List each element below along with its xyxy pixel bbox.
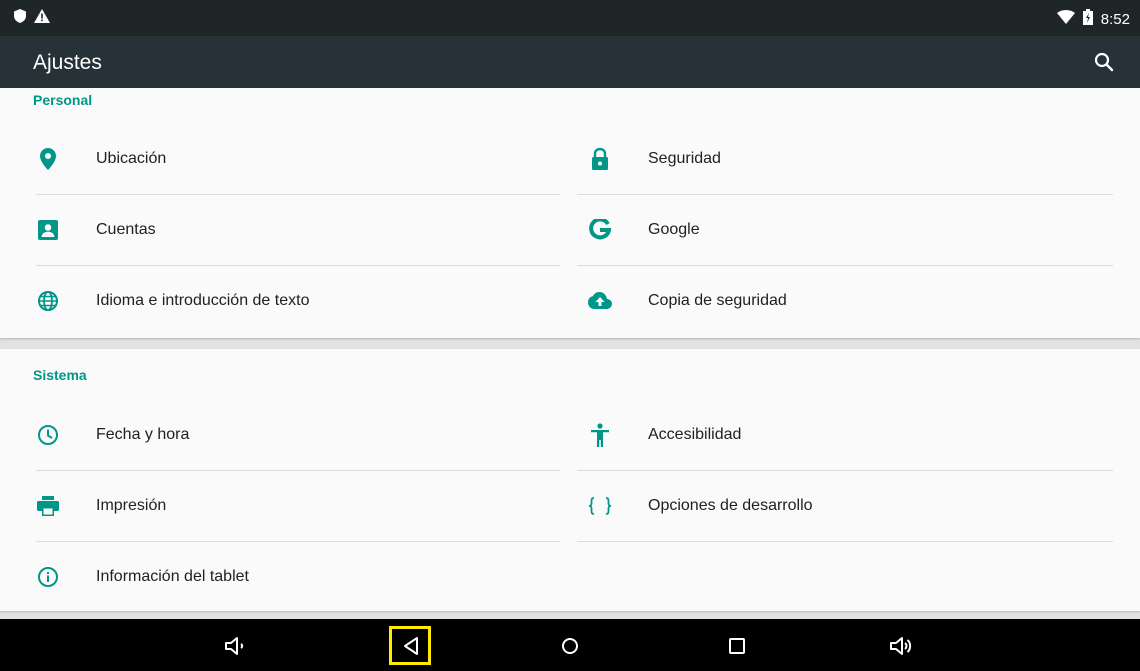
settings-item-label: Seguridad [648, 150, 721, 167]
settings-item-label: Impresión [96, 497, 167, 514]
clock-icon [36, 423, 60, 447]
settings-item-label: Fecha y hora [96, 426, 190, 443]
settings-item-copia-seguridad[interactable]: Copia de seguridad [588, 266, 1113, 336]
search-icon[interactable] [1092, 50, 1116, 74]
google-icon [588, 218, 612, 242]
settings-item-label: Copia de seguridad [648, 292, 787, 309]
settings-item-label: Información del tablet [96, 568, 249, 585]
warning-icon [34, 9, 50, 28]
volume-down-icon[interactable] [218, 629, 252, 663]
printer-icon [36, 494, 60, 518]
settings-item-impresion[interactable]: Impresión [36, 471, 560, 541]
settings-item-informacion-tablet[interactable]: Información del tablet [36, 542, 560, 612]
settings-item-label: Idioma e introducción de texto [96, 292, 310, 309]
info-icon [36, 565, 60, 589]
divider [577, 541, 1113, 542]
volume-up-icon[interactable] [884, 629, 918, 663]
status-time: 8:52 [1100, 10, 1130, 28]
settings-item-label: Opciones de desarrollo [648, 497, 813, 514]
recents-icon[interactable] [720, 629, 754, 663]
settings-item-label: Ubicación [96, 150, 167, 167]
cloud-upload-icon [588, 289, 612, 313]
globe-icon [36, 289, 60, 313]
personal-section: Personal Ubicación Seguridad Cuentas Goo… [0, 88, 1140, 338]
settings-item-opciones-desarrollo[interactable]: Opciones de desarrollo [588, 471, 1113, 541]
home-icon[interactable] [553, 629, 587, 663]
wifi-icon [1056, 10, 1075, 28]
shield-icon [14, 9, 26, 28]
settings-item-label: Cuentas [96, 221, 156, 238]
accessibility-icon [588, 423, 612, 447]
settings-item-accesibilidad[interactable]: Accesibilidad [588, 400, 1113, 470]
back-button-highlight [389, 626, 431, 665]
settings-item-google[interactable]: Google [588, 195, 1113, 265]
code-braces-icon [588, 494, 612, 518]
section-title-sistema: Sistema [33, 367, 87, 383]
section-title-personal: Personal [33, 92, 93, 108]
settings-item-ubicacion[interactable]: Ubicación [36, 124, 560, 194]
lock-icon [588, 147, 612, 171]
settings-item-cuentas[interactable]: Cuentas [36, 195, 560, 265]
settings-item-label: Accesibilidad [648, 426, 742, 443]
page-title: Ajustes [33, 51, 102, 74]
settings-item-label: Google [648, 221, 700, 238]
status-bar: 8:52 [0, 0, 1140, 36]
settings-item-fecha-hora[interactable]: Fecha y hora [36, 400, 560, 470]
account-icon [36, 218, 60, 242]
settings-item-idioma[interactable]: Idioma e introducción de texto [36, 266, 560, 336]
navigation-bar [0, 619, 1140, 671]
location-icon [36, 147, 60, 171]
battery-icon [1082, 9, 1093, 29]
settings-item-seguridad[interactable]: Seguridad [588, 124, 1113, 194]
app-toolbar: Ajustes [0, 36, 1140, 88]
sistema-section: Sistema Fecha y hora Accesibilidad Impre… [0, 349, 1140, 611]
